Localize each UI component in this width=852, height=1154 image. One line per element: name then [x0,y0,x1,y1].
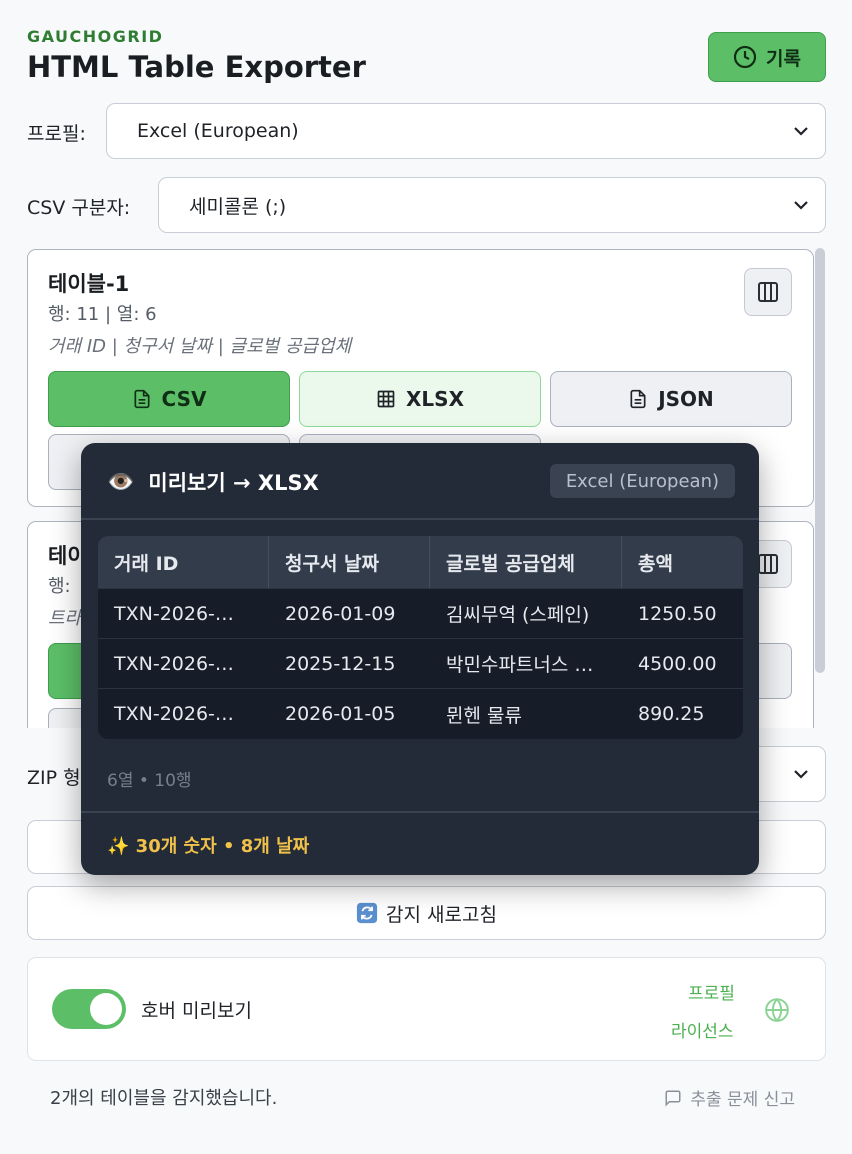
zip-label: ZIP 형 [27,767,81,789]
columns-icon [758,282,778,302]
table-meta: 행: [48,576,71,597]
preview-stats: 6열 • 10행 [107,771,192,791]
profile-link[interactable]: 프로필 [688,979,735,1004]
preview-popup: 👁️ 미리보기 → XLSX Excel (European) 거래 ID 청구… [81,443,759,875]
refresh-label: 감지 새로고침 [386,903,497,926]
cell: 뮌헨 물류 [446,704,522,727]
divider [81,811,759,813]
export-json-button[interactable]: JSON [550,371,792,427]
clock-icon [733,45,757,69]
history-button[interactable]: 기록 [708,32,826,82]
message-icon [665,1090,681,1107]
report-label: 추출 문제 신고 [690,1090,795,1110]
header-cell: 총액 [638,552,673,575]
json-label: JSON [658,387,714,411]
table-meta: 행: 11 | 열: 6 [48,304,157,325]
hover-preview-label: 호버 미리보기 [141,1000,252,1022]
profile-select[interactable]: Excel (European) [106,103,826,159]
csv-label: CSV [161,387,207,411]
profile-badge: Excel (European) [549,464,735,498]
delimiter-select[interactable]: 세미콜론 (;) [158,177,826,233]
detected-types: ✨ 30개 숫자 • 8개 날짜 [107,836,310,857]
header-cell: 글로벌 공급업체 [430,536,622,588]
export-csv-button[interactable]: CSV [48,371,290,427]
header-cell: 청구서 날짜 [269,536,430,588]
cell: 4500.00 [638,652,717,675]
refresh-detection-button[interactable]: 감지 새로고침 [27,886,826,940]
header-cell: 거래 ID [98,536,269,588]
table-columns: 트라 [48,608,82,629]
table-header-row: 거래 ID 청구서 날짜 글로벌 공급업체 총액 [98,536,743,589]
eye-icon: 👁️ [107,469,135,495]
preview-title-text: 미리보기 → XLSX [148,471,319,495]
cell: TXN-2026-… [114,602,234,625]
table-columns: 거래 ID | 청구서 날짜 | 글로벌 공급업체 [48,336,352,357]
divider [81,518,759,520]
delimiter-value: 세미콜론 (;) [189,195,287,218]
cell: TXN-2026-… [114,652,234,675]
column-select-button[interactable] [744,268,792,316]
cell: 890.25 [638,703,705,725]
chevron-down-icon [794,770,808,779]
columns-icon [758,554,778,574]
table-grid-icon [377,390,395,408]
globe-icon[interactable] [764,997,790,1023]
profile-value: Excel (European) [137,120,299,142]
cell: 박민수파트너스 … [446,654,594,676]
cell: 2025-12-15 [285,652,396,675]
status-text: 2개의 테이블을 감지했습니다. [50,1088,278,1109]
table-row: TXN-2026-… 2026-01-05 뮌헨 물류 890.25 [98,689,743,739]
table-row: TXN-2026-… 2026-01-09 김씨무역 (스페인) 1250.50 [98,589,743,639]
hover-preview-toggle[interactable] [52,989,126,1029]
chevron-down-icon [794,201,808,210]
report-issue-link[interactable]: 추출 문제 신고 [664,1085,795,1110]
cell: 2026-01-05 [285,703,396,725]
table-name: 테이블-1 [48,272,130,296]
table-row: TXN-2026-… 2025-12-15 박민수파트너스 … 4500.00 [98,639,743,689]
xlsx-label: XLSX [406,387,464,411]
file-text-icon [134,389,150,409]
toggle-knob [90,993,122,1025]
cell: 김씨무역 (스페인) [446,604,590,626]
preview-table: 거래 ID 청구서 날짜 글로벌 공급업체 총액 TXN-2026-… 2026… [98,536,743,739]
cell: TXN-2026-… [114,703,234,725]
cell: 1250.50 [638,602,717,625]
settings-panel: 호버 미리보기 프로필 라이선스 [27,957,826,1061]
scrollbar[interactable] [815,248,825,673]
brand-name: GAUCHOGRID [27,27,164,46]
delimiter-label: CSV 구분자: [27,197,131,219]
license-link[interactable]: 라이선스 [671,1017,734,1042]
preview-title: 👁️ 미리보기 → XLSX [107,467,319,497]
page-title: HTML Table Exporter [27,50,366,84]
export-xlsx-button[interactable]: XLSX [299,371,541,427]
profile-label: 프로필: [27,123,86,145]
chevron-down-icon [794,127,808,136]
cell: 2026-01-09 [285,602,396,625]
refresh-icon [356,902,378,924]
file-text-icon [630,389,646,409]
history-label: 기록 [766,47,801,70]
